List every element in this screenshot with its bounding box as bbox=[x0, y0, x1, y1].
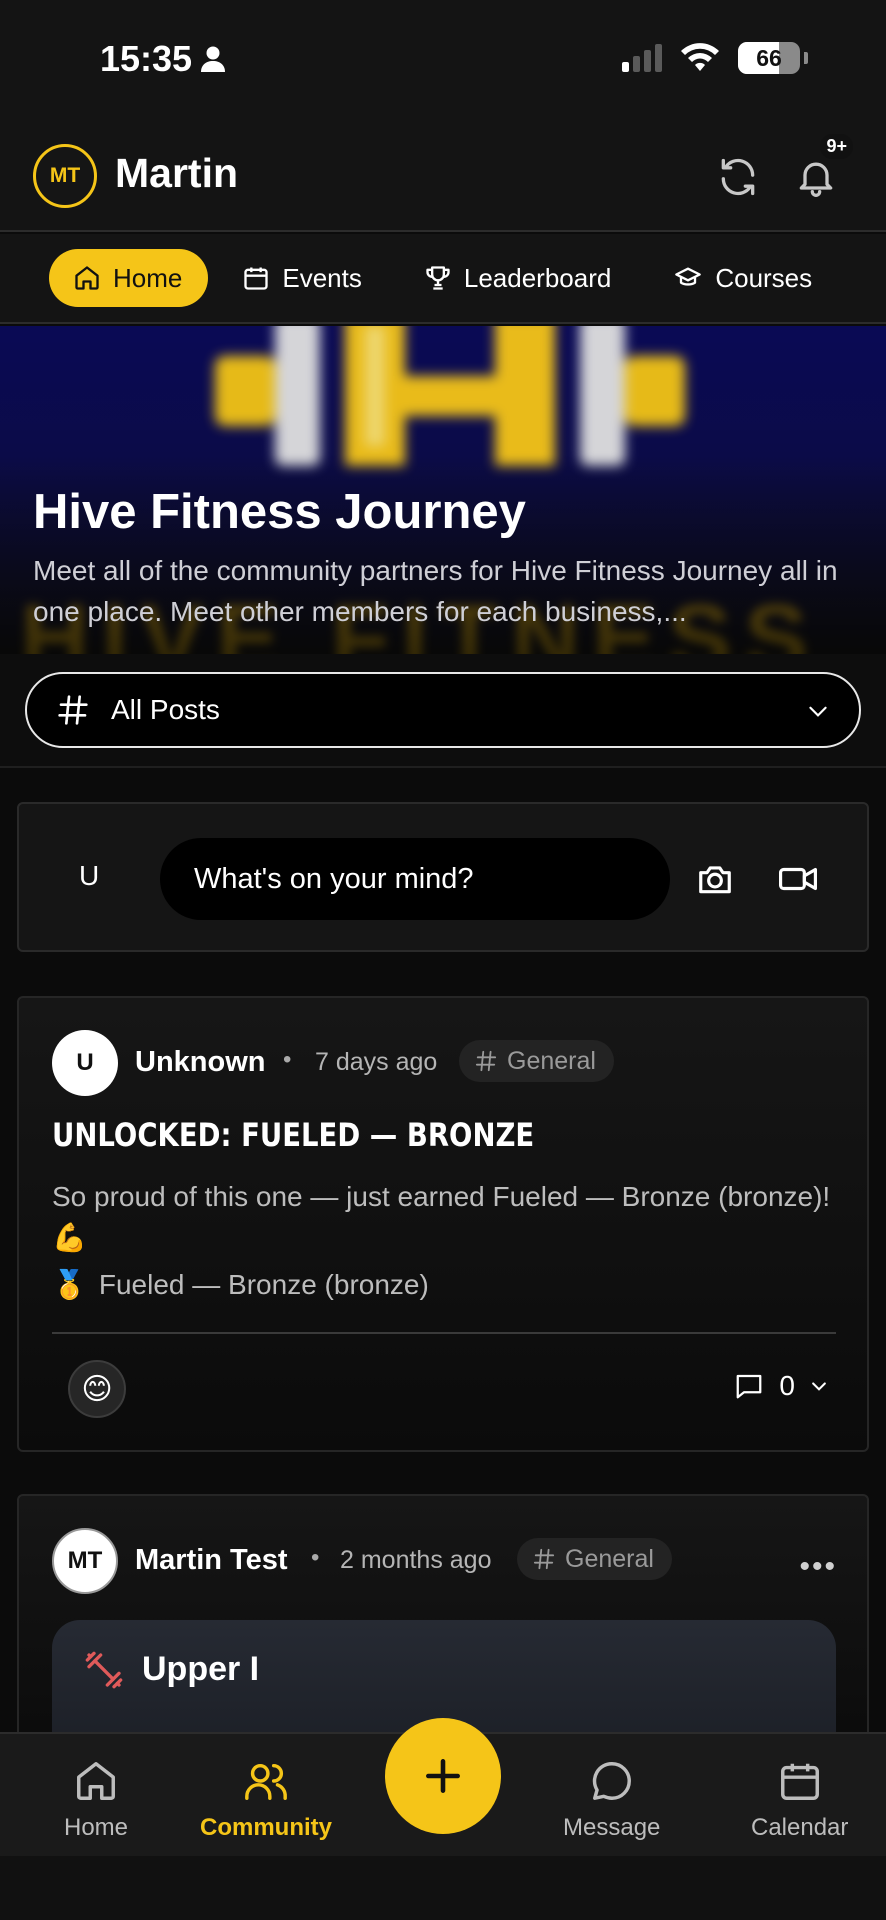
user-name: Martin bbox=[115, 150, 238, 196]
composer-input[interactable]: What's on your mind? bbox=[160, 838, 670, 920]
tab-courses[interactable]: Courses bbox=[645, 249, 840, 307]
composer-avatar: U bbox=[79, 860, 100, 891]
home-indicator bbox=[0, 1856, 886, 1920]
signal-icon bbox=[622, 44, 662, 72]
chat-bubble-icon bbox=[592, 1762, 631, 1800]
reaction-button[interactable]: 😊 bbox=[68, 1360, 126, 1418]
bell-icon bbox=[799, 162, 833, 197]
nav-calendar-label: Calendar bbox=[751, 1814, 849, 1841]
battery-icon: 66 bbox=[738, 42, 800, 74]
dumbbell-icon bbox=[85, 1651, 123, 1689]
post-body: So proud of this one — just earned Fuele… bbox=[52, 1181, 831, 1253]
hash-icon bbox=[533, 1548, 555, 1570]
notification-badge: 9+ bbox=[820, 134, 853, 159]
post-divider bbox=[52, 1332, 836, 1334]
wifi-icon bbox=[681, 43, 719, 71]
channel-filter-select[interactable]: All Posts bbox=[25, 672, 861, 748]
home-icon bbox=[77, 1762, 115, 1800]
tab-events-label: Events bbox=[282, 262, 362, 293]
nav-message-label: Message bbox=[563, 1814, 661, 1841]
filter-label: All Posts bbox=[111, 694, 220, 725]
post-channel-chip[interactable]: General bbox=[517, 1538, 672, 1580]
users-icon bbox=[245, 1763, 287, 1800]
tab-home-label: Home bbox=[113, 262, 183, 293]
post-award: 🥇 Fueled — Bronze (bronze) bbox=[52, 1268, 429, 1301]
nav-calendar[interactable]: Calendar bbox=[751, 1758, 848, 1842]
refresh-icon bbox=[721, 158, 755, 196]
plus-icon bbox=[426, 1759, 460, 1793]
post-time: 2 months ago bbox=[340, 1546, 492, 1574]
comment-icon bbox=[737, 1374, 762, 1399]
hive-fitness-logo-image bbox=[215, 326, 685, 466]
post-channel-label: General bbox=[565, 1544, 654, 1573]
community-hero: HIVE FITNESS Hive Fitness Journey Meet a… bbox=[0, 326, 886, 654]
post-card[interactable]: U Unknown • 7 days ago General UNLOCKED:… bbox=[17, 996, 869, 1452]
post-time: 7 days ago bbox=[315, 1048, 438, 1076]
refresh-button[interactable] bbox=[711, 150, 765, 204]
more-options-button[interactable]: ••• bbox=[799, 1550, 837, 1584]
post-composer: U What's on your mind? bbox=[17, 802, 869, 952]
nav-community-label: Community bbox=[200, 1814, 332, 1841]
calendar-icon bbox=[780, 1763, 819, 1800]
status-bar: 15:35 66 bbox=[0, 0, 886, 120]
camera-icon[interactable] bbox=[695, 860, 735, 898]
chevron-down-icon bbox=[809, 706, 827, 717]
status-icons: 66 bbox=[622, 42, 808, 74]
bottom-nav: Home Community Message Calendar bbox=[0, 1718, 886, 1920]
battery-level: 66 bbox=[756, 44, 782, 71]
tab-leaderboard[interactable]: Leaderboard bbox=[396, 249, 639, 307]
post-title: UNLOCKED: FUELED — BRONZE bbox=[52, 1116, 535, 1154]
post-card[interactable]: MT Martin Test • 2 months ago General ••… bbox=[17, 1494, 869, 1754]
profile-avatar[interactable]: MT bbox=[33, 144, 97, 208]
tab-leaderboard-label: Leaderboard bbox=[463, 262, 612, 293]
person-icon bbox=[201, 46, 226, 72]
trophy-icon bbox=[426, 266, 450, 290]
home-icon bbox=[75, 266, 99, 290]
post-author-name[interactable]: Unknown bbox=[135, 1046, 266, 1079]
top-tabs: Home Events Leaderboard Courses bbox=[0, 234, 886, 324]
hash-icon bbox=[475, 1050, 497, 1072]
filter-bar: All Posts bbox=[0, 654, 886, 768]
notifications-button[interactable]: 9+ bbox=[789, 134, 853, 204]
separator-dot: • bbox=[311, 1544, 320, 1571]
post-author-avatar[interactable]: U bbox=[52, 1030, 118, 1096]
calendar-icon bbox=[244, 267, 269, 290]
nav-home-label: Home bbox=[64, 1814, 129, 1841]
post-author-avatar[interactable]: MT bbox=[52, 1528, 118, 1594]
video-icon[interactable] bbox=[777, 860, 819, 898]
graduation-cap-icon bbox=[675, 267, 702, 286]
community-description: Meet all of the community partners for H… bbox=[33, 555, 838, 627]
tab-home[interactable]: Home bbox=[49, 249, 209, 307]
hash-icon bbox=[58, 695, 88, 725]
post-channel-label: General bbox=[507, 1046, 596, 1075]
battery-cap bbox=[804, 52, 808, 64]
create-post-button[interactable] bbox=[385, 1718, 501, 1834]
comment-count: 0 bbox=[779, 1370, 795, 1401]
workout-title: Upper I bbox=[142, 1650, 260, 1688]
status-time: 15:35 bbox=[100, 38, 226, 80]
app-header: MT Martin 9+ bbox=[0, 120, 886, 232]
separator-dot: • bbox=[283, 1046, 292, 1073]
status-time-text: 15:35 bbox=[100, 38, 193, 79]
tab-events[interactable]: Events bbox=[214, 249, 390, 307]
nav-home[interactable]: Home bbox=[64, 1758, 128, 1842]
tab-courses-label: Courses bbox=[715, 262, 813, 293]
post-author-name[interactable]: Martin Test bbox=[135, 1544, 288, 1577]
community-title: Hive Fitness Journey bbox=[33, 485, 526, 539]
nav-message[interactable]: Message bbox=[563, 1758, 660, 1842]
post-channel-chip[interactable]: General bbox=[459, 1040, 614, 1082]
comments-button[interactable]: 0 bbox=[733, 1370, 829, 1402]
nav-community[interactable]: Community bbox=[200, 1758, 332, 1842]
medal-icon: 🥇 bbox=[52, 1269, 87, 1300]
chevron-down-icon bbox=[812, 1382, 826, 1391]
post-award-text: Fueled — Bronze (bronze) bbox=[98, 1268, 429, 1300]
